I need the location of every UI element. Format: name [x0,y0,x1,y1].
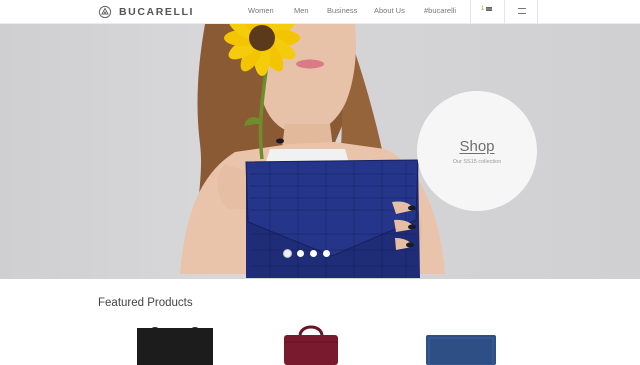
featured-products-title: Featured Products [98,297,193,309]
language-code: 1 [481,6,485,12]
nav-item-women[interactable]: Women [248,6,274,15]
brand-logo[interactable]: BUCARELLI [98,3,194,21]
site-header: BUCARELLI Women Men Business About Us #b… [0,0,640,24]
nav-item-about-us[interactable]: About Us [374,6,405,15]
shop-link[interactable]: Shop [459,138,494,155]
nav-item-business[interactable]: Business [327,6,357,15]
product-black-tote[interactable] [134,322,216,365]
shop-cta[interactable]: Shop Our SS15 collection [417,91,537,211]
shop-subtitle: Our SS15 collection [452,158,502,165]
carousel-dot[interactable] [323,250,330,257]
nav-item-bucarelli-hashtag[interactable]: #bucarelli [424,6,456,15]
product-blue-folio[interactable] [426,322,496,365]
nav-divider [537,0,538,24]
nav-divider [470,0,471,24]
nav-divider [504,0,505,24]
carousel-dot[interactable] [310,250,317,257]
carousel-indicators [284,250,330,257]
language-selector[interactable]: 1 [481,6,493,12]
nav-item-men[interactable]: Men [294,6,309,15]
carousel-dot[interactable] [297,250,304,257]
carousel-dot[interactable] [284,250,291,257]
brand-name: BUCARELLI [119,6,195,18]
hero-banner: Shop Our SS15 collection [0,24,640,279]
flag-icon [486,7,493,11]
product-burgundy-briefcase[interactable] [282,322,340,365]
logo-emblem-icon [98,5,112,19]
hero-photo [180,24,445,278]
menu-icon[interactable] [518,8,526,14]
